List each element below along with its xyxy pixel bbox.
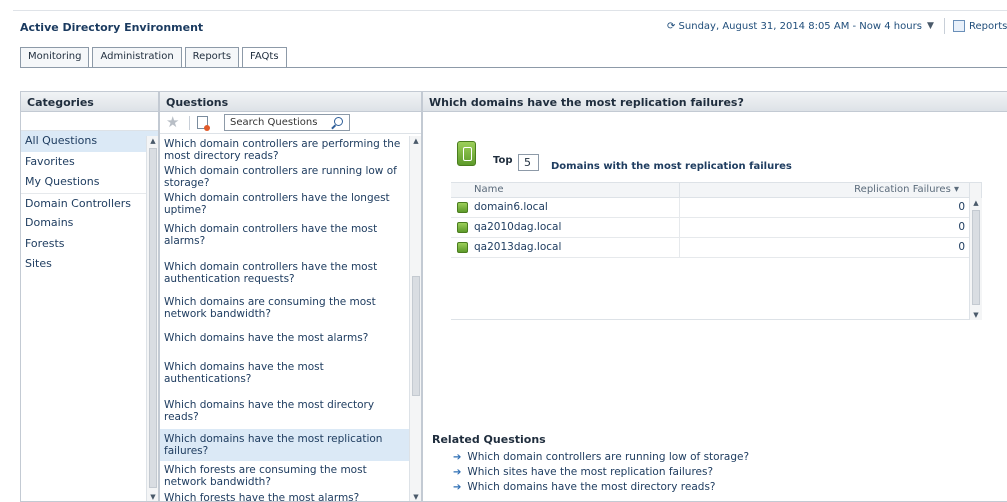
star-icon[interactable]: ★	[166, 113, 179, 131]
questions-list: Which domain controllers are performing …	[160, 136, 409, 501]
categories-panel: Categories All Questions Favorites My Qu…	[20, 91, 159, 502]
list-item[interactable]: Which domain controllers are running low…	[160, 163, 409, 190]
detail-panel: Which domains have the most replication …	[422, 91, 1007, 502]
related-question-link[interactable]: ➔ Which sites have the most replication f…	[453, 466, 713, 479]
column-header-name[interactable]: Name	[474, 184, 504, 195]
toolbar-divider	[944, 18, 945, 34]
table-scroll-track[interactable]: ▲ ▼	[970, 198, 982, 320]
chart-caption: Domains with the most replication failur…	[551, 161, 792, 172]
list-item[interactable]: Which domain controllers have the longes…	[160, 190, 409, 217]
arrow-right-icon: ➔	[453, 452, 462, 463]
domain-icon	[457, 242, 468, 253]
list-item[interactable]: Which domains have the most alarms?	[160, 323, 409, 353]
categories-toolbar	[21, 112, 158, 131]
tab-monitoring[interactable]: Monitoring	[20, 47, 90, 67]
questions-header: Questions	[160, 92, 421, 112]
row-value: 0	[958, 241, 965, 253]
scroll-up-icon[interactable]: ▲	[970, 198, 982, 208]
table-row[interactable]: qa2013dag.local 0	[451, 238, 969, 258]
page-title: Active Directory Environment	[20, 21, 204, 34]
table-header: Name Replication Failures ▾	[451, 183, 969, 198]
categories-scrollbar[interactable]: ▲ ▼	[146, 136, 158, 501]
toolbar-divider	[189, 116, 190, 130]
questions-scrollbar[interactable]: ▲ ▼	[409, 136, 421, 501]
top-label: Top	[493, 155, 513, 166]
scroll-thumb[interactable]	[149, 148, 157, 488]
related-question-label[interactable]: Which sites have the most replication fa…	[467, 466, 713, 478]
list-item[interactable]: Which forests have the most alarms?	[160, 491, 409, 501]
reports-icon[interactable]	[953, 20, 965, 32]
search-box[interactable]	[224, 114, 350, 131]
category-all-questions[interactable]: All Questions	[21, 131, 158, 152]
scroll-down-icon[interactable]: ▼	[970, 310, 982, 320]
top-bar: Active Directory Environment ⟳ Sunday, A…	[0, 0, 1007, 90]
table-row[interactable]: qa2010dag.local 0	[451, 218, 969, 238]
arrow-right-icon: ➔	[453, 482, 462, 493]
top-count-input[interactable]	[518, 154, 539, 171]
list-item-selected[interactable]: Which domains have the most replication …	[160, 429, 409, 461]
column-divider	[679, 238, 680, 258]
domain-icon	[457, 202, 468, 213]
row-name: domain6.local	[474, 201, 548, 213]
column-divider	[679, 218, 680, 238]
category-domain-controllers[interactable]: Domain Controllers	[21, 192, 158, 214]
chevron-down-icon[interactable]: ▼	[927, 21, 934, 31]
table-scrollbar[interactable]: ▲ ▼	[969, 183, 982, 320]
arrow-right-icon: ➔	[453, 467, 462, 478]
tab-underline	[20, 67, 1007, 68]
questions-panel: Questions ★ Which domain controllers are…	[159, 91, 422, 502]
scroll-up-icon[interactable]: ▲	[147, 136, 158, 146]
categories-header: Categories	[21, 92, 158, 112]
table-row[interactable]: domain6.local 0	[451, 198, 969, 218]
column-divider	[679, 198, 680, 218]
top-divider	[13, 10, 1007, 11]
list-item[interactable]: Which forests are consuming the most net…	[160, 461, 409, 491]
list-item[interactable]: Which domains have the most directory re…	[160, 393, 409, 429]
tab-administration[interactable]: Administration	[92, 47, 182, 67]
category-my-questions[interactable]: My Questions	[21, 172, 158, 193]
reports-button[interactable]: Reports	[969, 21, 1007, 32]
list-item[interactable]: Which domains are consuming the most net…	[160, 293, 409, 323]
detail-header: Which domains have the most replication …	[423, 92, 1007, 112]
related-question-link[interactable]: ➔ Which domain controllers are running lo…	[453, 451, 749, 464]
domain-icon	[457, 222, 468, 233]
tab-bar: Monitoring Administration Reports FAQts	[20, 47, 290, 68]
row-name: qa2010dag.local	[474, 221, 562, 233]
row-value: 0	[958, 221, 965, 233]
row-name: qa2013dag.local	[474, 241, 562, 253]
questions-toolbar: ★	[160, 112, 421, 134]
related-question-label[interactable]: Which domain controllers are running low…	[467, 451, 749, 463]
category-sites[interactable]: Sites	[21, 254, 158, 275]
column-header-failures[interactable]: Replication Failures ▾	[854, 184, 959, 195]
tab-reports[interactable]: Reports	[184, 47, 240, 67]
related-question-label[interactable]: Which domains have the most directory re…	[467, 481, 715, 493]
row-value: 0	[958, 201, 965, 213]
scroll-thumb[interactable]	[972, 210, 980, 305]
list-item[interactable]: Which domain controllers have the most a…	[160, 217, 409, 252]
time-range-selector[interactable]: ⟳ Sunday, August 31, 2014 8:05 AM - Now …	[667, 21, 922, 32]
domain-icon	[457, 141, 476, 166]
category-favorites[interactable]: Favorites	[21, 152, 158, 173]
category-forests[interactable]: Forests	[21, 234, 158, 255]
column-divider	[679, 183, 680, 198]
list-item[interactable]: Which domains have the most authenticati…	[160, 353, 409, 393]
tab-faqts[interactable]: FAQts	[242, 47, 287, 68]
scroll-down-icon[interactable]: ▼	[410, 492, 421, 501]
scroll-down-icon[interactable]: ▼	[147, 492, 158, 501]
scroll-up-icon[interactable]: ▲	[410, 136, 421, 146]
search-input[interactable]	[225, 115, 325, 130]
scroll-thumb[interactable]	[412, 276, 420, 396]
list-item[interactable]: Which domain controllers are performing …	[160, 136, 409, 163]
category-domains[interactable]: Domains	[21, 213, 158, 234]
list-item[interactable]: Which domain controllers have the most a…	[160, 252, 409, 293]
related-question-link[interactable]: ➔ Which domains have the most directory r…	[453, 481, 716, 494]
related-questions-title: Related Questions	[432, 433, 546, 446]
results-table: Name Replication Failures ▾ domain6.loca…	[451, 182, 982, 320]
search-icon[interactable]	[334, 117, 343, 126]
new-question-icon[interactable]	[197, 116, 210, 131]
